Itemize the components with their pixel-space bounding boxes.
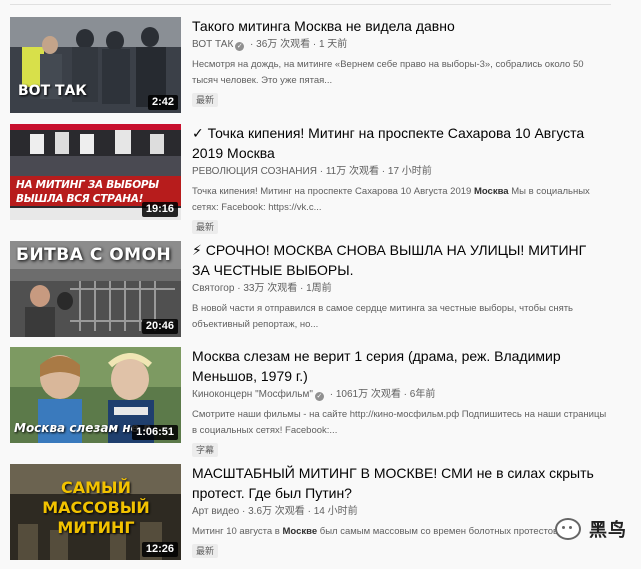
video-description-3: В новой части я отправился в самое сердц… bbox=[192, 303, 574, 330]
new-badge-1: 最新 bbox=[192, 93, 219, 107]
video-title-2[interactable]: ✓ Точка кипения! Митинг на проспекте Сах… bbox=[192, 123, 607, 163]
view-count-2: 11万 次观看 bbox=[325, 166, 379, 177]
video-thumbnail-1[interactable]: ВОТ ТАК 2:42 bbox=[10, 17, 181, 113]
video-title-1[interactable]: Такого митинга Москва не видела давно bbox=[192, 16, 607, 36]
verified-check-icon: ✓ bbox=[235, 42, 245, 51]
channel-name-1[interactable]: ВОТ ТАК bbox=[192, 39, 233, 50]
channel-name-5[interactable]: Арт видео bbox=[192, 506, 239, 517]
video-duration-3: 20:46 bbox=[141, 319, 178, 334]
upload-age-2: 17 小时前 bbox=[387, 166, 432, 177]
video-title-3[interactable]: ⚡ СРОЧНО! МОСКВА СНОВА ВЫШЛА НА УЛИЦЫ! М… bbox=[192, 240, 607, 280]
video-item-3[interactable]: БИТВА С ОМОН 20:46 ⚡ СРОЧНО! МОСКВА СНОВ… bbox=[10, 241, 610, 346]
watermark-text: 黑鸟 bbox=[589, 520, 627, 540]
video-title-4[interactable]: Москва слезам не верит 1 серия (драма, р… bbox=[192, 346, 607, 386]
video-duration-1: 2:42 bbox=[147, 95, 178, 110]
thumbnail-text-1: ВОТ ТАК bbox=[18, 83, 87, 99]
video-thumbnail-2[interactable]: НА МИТИНГ ЗА ВЫБОРЫ ВЫШЛА ВСЯ СТРАНА! 19… bbox=[10, 124, 181, 220]
video-duration-5: 12:26 bbox=[141, 542, 178, 557]
watermark: 黑鸟 bbox=[555, 516, 627, 542]
video-item-4[interactable]: Москва слезам не в 1:06:51 Москва слезам… bbox=[10, 346, 610, 457]
channel-name-4[interactable]: Киноконцерн "Мосфильм" bbox=[192, 389, 313, 400]
verified-check-icon: ✓ bbox=[314, 392, 324, 401]
wechat-icon bbox=[555, 518, 581, 540]
view-count-1: 36万 次观看 bbox=[256, 39, 311, 50]
video-description-5: Митинг 10 августа в Москве был самым мас… bbox=[192, 526, 561, 537]
video-item-1[interactable]: ВОТ ТАК 2:42 Такого митинга Москва не ви… bbox=[10, 17, 610, 122]
thumbnail-text-3: БИТВА С ОМОН bbox=[16, 245, 172, 265]
thumbnail-text-5: САМЫЙ МАССОВЫЙ МИТИНГ bbox=[42, 478, 150, 537]
upload-age-1: 1 天前 bbox=[318, 39, 348, 50]
channel-name-3[interactable]: Святогор bbox=[192, 283, 234, 294]
view-count-3: 33万 次观看 bbox=[243, 283, 298, 294]
video-thumbnail-4[interactable]: Москва слезам не в 1:06:51 bbox=[10, 347, 181, 443]
video-duration-2: 19:16 bbox=[141, 202, 178, 217]
video-thumbnail-5[interactable]: САМЫЙ МАССОВЫЙ МИТИНГ 12:26 bbox=[10, 464, 181, 560]
new-badge-2: 最新 bbox=[192, 220, 219, 234]
video-title-5[interactable]: МАСШТАБНЫЙ МИТИНГ В МОСКВЕ! СМИ не в сил… bbox=[192, 463, 607, 503]
top-divider bbox=[10, 4, 611, 5]
thumbnail-text-4: Москва слезам не в bbox=[14, 421, 151, 435]
video-duration-4: 1:06:51 bbox=[132, 425, 178, 440]
video-description-1: Несмотря на дождь, на митинге «Вернем се… bbox=[192, 59, 584, 86]
subtitle-badge-4: 字幕 bbox=[192, 443, 219, 457]
video-description-4: Смотрите наши фильмы - на сайте http://к… bbox=[192, 409, 607, 436]
view-count-5: 3.6万 次观看 bbox=[248, 506, 305, 517]
video-description-2: Точка кипения! Митинг на проспекте Сахар… bbox=[192, 186, 590, 213]
upload-age-4: 6年前 bbox=[409, 389, 436, 400]
video-item-5[interactable]: САМЫЙ МАССОВЫЙ МИТИНГ 12:26 МАСШТАБНЫЙ М… bbox=[10, 464, 610, 569]
video-item-2[interactable]: НА МИТИНГ ЗА ВЫБОРЫ ВЫШЛА ВСЯ СТРАНА! 19… bbox=[10, 123, 610, 234]
video-thumbnail-3[interactable]: БИТВА С ОМОН 20:46 bbox=[10, 241, 181, 337]
upload-age-3: 1周前 bbox=[306, 283, 332, 294]
upload-age-5: 14 小时前 bbox=[313, 506, 358, 517]
view-count-4: 1061万 次观看 bbox=[335, 389, 401, 400]
new-badge-5: 最新 bbox=[192, 544, 219, 558]
channel-name-2[interactable]: РЕВОЛЮЦИЯ СОЗНАНИЯ bbox=[192, 166, 317, 177]
